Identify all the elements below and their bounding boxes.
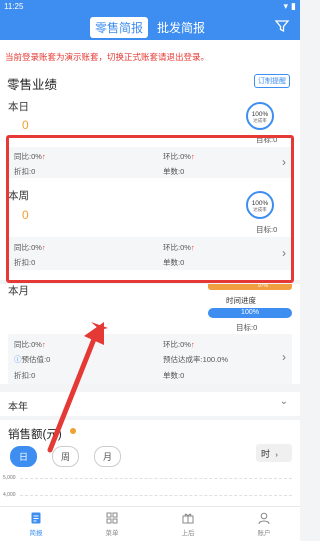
time-granularity-select[interactable]: 时 ›	[256, 444, 292, 462]
order-reminder-button[interactable]: 订制提醒	[254, 74, 290, 88]
gift-icon	[182, 513, 194, 524]
year-row[interactable]: 本年 ⌄	[0, 392, 300, 416]
chevron-right-icon: ›	[282, 350, 286, 364]
nav-item-shelf[interactable]: 上后	[168, 511, 208, 537]
nav-label: 菜单	[105, 530, 119, 537]
month-label: 本月	[8, 285, 29, 297]
time-progress-percent: 100%	[241, 309, 259, 316]
battery-icon: ▮	[291, 1, 296, 11]
tab-retail-report[interactable]: 零售简报	[90, 17, 149, 38]
month-estimate-rate: 预估达成率:100.0%	[163, 355, 229, 364]
grid-icon	[106, 512, 118, 524]
gridline	[20, 495, 292, 496]
nav-label: 账户	[257, 530, 271, 537]
wifi-icon: ▾	[283, 1, 289, 11]
status-icons: ▾ ▮	[284, 1, 296, 12]
month-orders: 单数:0	[163, 371, 185, 380]
sales-title: 销售额(元)	[8, 429, 62, 441]
user-icon	[258, 512, 270, 525]
time-select-label: 时	[261, 449, 271, 459]
today-label: 本日	[8, 101, 29, 113]
up-arrow-icon: ↑	[41, 340, 46, 349]
today-gauge-percent: 100%	[251, 111, 269, 118]
highlight-frame	[6, 135, 294, 283]
y-tick-5000: 5,000	[3, 475, 16, 481]
today-achievement-gauge: 100% 达成率	[246, 102, 274, 130]
month-estimate: ⓘ预估值:0	[14, 355, 51, 364]
nav-item-briefing[interactable]: 简报	[16, 511, 56, 537]
info-icon[interactable]: ⓘ	[14, 355, 22, 364]
up-arrow-icon: ↑	[190, 340, 195, 349]
segment-day[interactable]: 日	[10, 446, 38, 467]
document-icon	[31, 512, 41, 524]
month-discount: 折扣:0	[14, 371, 36, 380]
chevron-down-icon: ⌄	[279, 396, 288, 407]
time-progress-bar: 100%	[208, 308, 292, 318]
sales-section: 销售额(元) 日 周 月 时 › 5,000 4,000	[0, 420, 300, 506]
today-gauge-label: 达成率	[253, 118, 267, 123]
filter-icon[interactable]	[274, 18, 290, 34]
sales-indicator-dot	[70, 428, 76, 434]
caret-right-icon: ›	[275, 452, 278, 459]
month-mom: 环比:0%↑	[163, 340, 195, 349]
status-time: 11:25	[4, 2, 24, 11]
status-bar: 11:25 ▾ ▮	[0, 0, 300, 14]
month-orange-value: 97%	[257, 283, 268, 289]
retail-section-title: 零售业绩	[7, 78, 58, 92]
month-orange-bar: 97%	[208, 283, 292, 290]
nav-item-menu[interactable]: 菜单	[92, 511, 132, 537]
year-label: 本年	[8, 402, 28, 413]
time-progress-label: 时间进度	[226, 296, 256, 305]
segment-week[interactable]: 周	[52, 446, 80, 467]
tab-wholesale-report[interactable]: 批发简报	[152, 17, 210, 38]
today-value: 0	[22, 118, 29, 132]
y-tick-4000: 4,000	[3, 492, 16, 498]
month-yoy: 同比:0%↑	[14, 340, 46, 349]
segment-month[interactable]: 月	[94, 446, 122, 467]
header: 零售简报 批发简报	[0, 14, 300, 40]
month-compare-panel[interactable]: 同比:0%↑ 环比:0%↑ ⓘ预估值:0 预估达成率:100.0% 折扣:0 单…	[8, 334, 292, 384]
nav-label: 简报	[29, 530, 43, 537]
report-tabs: 零售简报 批发简报	[90, 17, 210, 38]
gridline	[20, 478, 292, 479]
bottom-nav: 简报 菜单 上后 账户	[0, 506, 300, 541]
month-target: 目标:0	[236, 323, 258, 332]
demo-notice: 当前登录账套为演示账套，切换正式账套请退出登录。	[0, 40, 300, 70]
nav-item-account[interactable]: 账户	[244, 511, 284, 537]
nav-label: 上后	[181, 530, 195, 537]
